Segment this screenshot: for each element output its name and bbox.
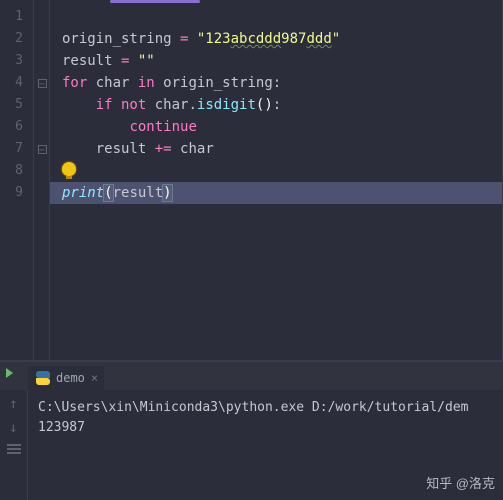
code-line[interactable]: for char in origin_string: — [50, 72, 503, 94]
token: char — [96, 75, 138, 91]
code-line[interactable] — [50, 160, 503, 182]
line-number: 8 — [0, 160, 33, 182]
token: = — [121, 53, 138, 69]
token: result — [62, 53, 121, 69]
token: ddd — [306, 31, 331, 47]
token: 987 — [281, 31, 306, 47]
token: in — [138, 75, 163, 91]
code-line[interactable] — [50, 6, 503, 28]
token: "123 — [197, 31, 231, 47]
fold-gutter[interactable] — [34, 0, 50, 360]
token: if not — [96, 97, 155, 113]
terminal-tabs[interactable]: demo × — [0, 362, 503, 390]
token: for — [62, 75, 96, 91]
token: ) — [163, 185, 171, 201]
code-line[interactable]: result += char — [50, 138, 503, 160]
token: = — [180, 31, 197, 47]
token: ( — [104, 185, 112, 201]
vertical-scrollbar[interactable] — [493, 0, 501, 360]
token: : — [273, 97, 281, 113]
code-line[interactable]: if not char.isdigit(): — [50, 94, 503, 116]
line-number: 5 — [0, 94, 33, 116]
line-number: 9 — [0, 182, 33, 204]
terminal-gutter: ↑ ↓ — [0, 390, 28, 500]
terminal-tab-label: demo — [56, 371, 85, 385]
fold-spacer — [34, 182, 49, 204]
token: origin_string — [62, 31, 180, 47]
arrow-down-icon[interactable]: ↓ — [9, 420, 17, 436]
python-icon — [36, 371, 50, 385]
fold-spacer — [34, 160, 49, 182]
close-icon[interactable]: × — [91, 371, 98, 385]
fold-spacer — [34, 6, 49, 28]
caret — [172, 184, 173, 202]
code-line[interactable]: continue — [50, 116, 503, 138]
line-number: 4 — [0, 72, 33, 94]
line-number: 7 — [0, 138, 33, 160]
run-icon[interactable] — [6, 368, 13, 378]
code-editor[interactable]: 123456789 origin_string = "123abcddd987d… — [0, 0, 503, 360]
token: abcddd — [231, 31, 282, 47]
menu-icon[interactable] — [7, 444, 21, 454]
fold-toggle-icon[interactable] — [34, 72, 49, 94]
token: += — [155, 141, 180, 157]
terminal-command: C:\Users\xin\Miniconda3\python.exe D:/wo… — [38, 400, 468, 415]
token: result — [113, 185, 164, 201]
token: result — [96, 141, 155, 157]
token: "" — [138, 53, 155, 69]
line-number: 2 — [0, 28, 33, 50]
code-line[interactable]: print(result) — [50, 182, 503, 204]
line-number: 1 — [0, 6, 33, 28]
token: . — [188, 97, 196, 113]
fold-spacer — [34, 94, 49, 116]
token: isdigit — [197, 97, 256, 113]
token: origin_string — [163, 75, 273, 91]
terminal-result: 123987 — [38, 420, 85, 435]
line-number-gutter: 123456789 — [0, 0, 34, 360]
token: char — [155, 97, 189, 113]
token: print — [62, 185, 104, 201]
terminal-tab-demo[interactable]: demo × — [28, 366, 104, 390]
token: continue — [129, 119, 196, 135]
intention-bulb-icon[interactable] — [62, 162, 76, 176]
arrow-up-icon[interactable]: ↑ — [9, 396, 17, 412]
token: " — [332, 31, 340, 47]
token: char — [180, 141, 214, 157]
fold-spacer — [34, 50, 49, 72]
fold-toggle-icon[interactable] — [34, 138, 49, 160]
fold-spacer — [34, 116, 49, 138]
code-line[interactable]: result = "" — [50, 50, 503, 72]
fold-spacer — [34, 28, 49, 50]
line-number: 3 — [0, 50, 33, 72]
token: () — [256, 97, 273, 113]
token: : — [273, 75, 281, 91]
watermark: 知乎 @洛克 — [426, 473, 495, 492]
code-area[interactable]: origin_string = "123abcddd987ddd"result … — [50, 0, 503, 360]
line-number: 6 — [0, 116, 33, 138]
code-line[interactable]: origin_string = "123abcddd987ddd" — [50, 28, 503, 50]
